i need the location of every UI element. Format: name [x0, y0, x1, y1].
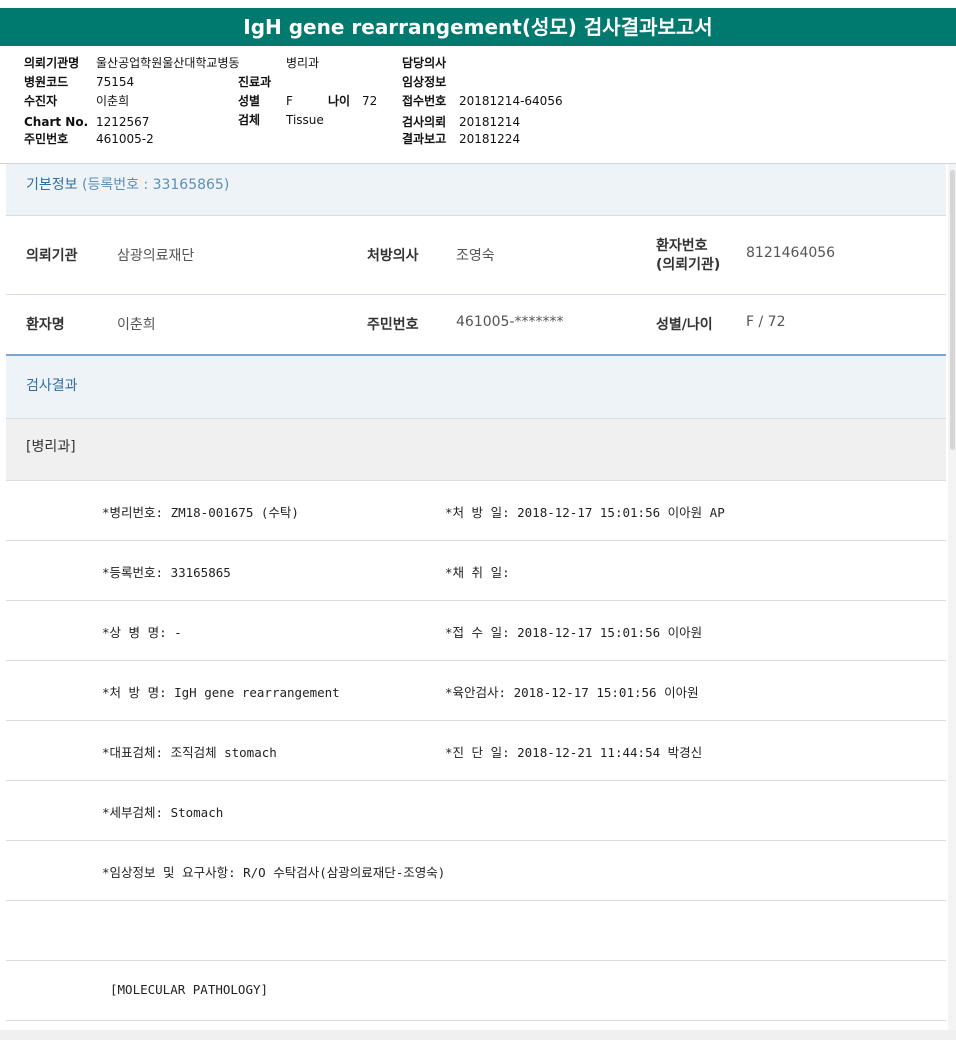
specimen-value: Tissue [286, 113, 324, 127]
name-value: 이춘희 [117, 317, 156, 333]
result-cell-left: *세부검체: Stomach [102, 805, 224, 820]
age-value: 72 [362, 94, 378, 108]
table-row: [MOLECULAR PATHOLOGY] [6, 961, 946, 1021]
result-cell-right: *접 수 일: 2018-12-17 15:01:56 이아원 [445, 625, 703, 640]
patno-sublabel: (의뢰기관) [656, 257, 721, 273]
table-row: *등록번호: 33165865 *채 취 일: [6, 541, 946, 601]
result-cell-right: *육안검사: 2018-12-17 15:01:56 이아원 [445, 685, 699, 700]
table-row: *처 방 명: IgH gene rearrangement *육안검사: 20… [6, 661, 946, 721]
table-row: *임상정보 및 요구사항: R/O 수탁검사(삼광의료재단-조영숙) [6, 841, 946, 901]
result-cell-left: *처 방 명: IgH gene rearrangement [102, 685, 340, 700]
patient-label: 수진자 [24, 94, 58, 108]
result-cell-right: *진 단 일: 2018-12-21 11:44:54 박경신 [445, 745, 703, 760]
result-cell-right: *처 방 일: 2018-12-17 15:01:56 이아원 AP [445, 505, 725, 520]
name-label: 환자명 [26, 317, 65, 333]
basic-info-title: 기본정보 [26, 177, 78, 193]
report-label: 결과보고 [402, 132, 447, 146]
hosp-code-label: 병원코드 [24, 75, 69, 89]
id-label: 주민번호 [24, 132, 69, 146]
presc-value: 조영숙 [456, 248, 495, 264]
results-table: *병리번호: ZM18-001675 (수탁) *처 방 일: 2018-12-… [6, 481, 946, 1021]
rrn-value: 461005-******* [456, 314, 564, 330]
patient-value: 이춘희 [96, 94, 130, 108]
presc-label: 처방의사 [367, 248, 419, 264]
dept-label: 진료과 [238, 75, 272, 89]
clinical-label: 임상정보 [402, 75, 447, 89]
result-cell-left: *임상정보 및 요구사항: R/O 수탁검사(삼광의료재단-조영숙) [102, 865, 446, 880]
table-row [6, 901, 946, 961]
result-cell-left: *대표검체: 조직검체 stomach [102, 745, 277, 760]
result-cell-left: [MOLECULAR PATHOLOGY] [110, 982, 269, 997]
inst-value: 삼광의료재단 [117, 248, 195, 264]
results-title: 검사결과 [26, 378, 78, 394]
result-cell-left: *상 병 명: - [102, 625, 182, 640]
sexage-label: 성별/나이 [656, 317, 713, 333]
receipt-label: 접수번호 [402, 94, 447, 108]
patno-value: 8121464056 [746, 245, 836, 261]
report-value: 20181224 [459, 132, 521, 146]
patno-label: 환자번호 [656, 238, 708, 254]
specimen-label: 검체 [238, 113, 261, 127]
sex-label: 성별 [238, 94, 261, 108]
req-inst-label: 의뢰기관명 [24, 56, 80, 70]
receipt-value: 20181214-64056 [459, 94, 563, 108]
basic-info-row-1: 의뢰기관 삼광의료재단 처방의사 조영숙 환자번호 (의뢰기관) 8121464… [6, 216, 946, 295]
age-label: 나이 [328, 94, 351, 108]
basic-info-heading: 기본정보 (등록번호 : 33165865) [6, 164, 946, 216]
chart-value: 1212567 [96, 115, 150, 129]
hosp-code-value: 75154 [96, 75, 135, 89]
department-label: [병리과] [6, 419, 946, 481]
table-row: *세부검체: Stomach [6, 781, 946, 841]
report-content: 기본정보 (등록번호 : 33165865) 의뢰기관 삼광의료재단 처방의사 … [6, 164, 946, 1021]
results-heading: 검사결과 [6, 356, 946, 419]
sex-value: F [286, 94, 293, 108]
chart-label: Chart No. [24, 115, 89, 129]
id-value: 461005-2 [96, 132, 154, 146]
scrollbar-thumb[interactable] [950, 170, 955, 450]
report-title: IgH gene rearrangement(성모) 검사결과보고서 [0, 8, 956, 46]
basic-info-row-2: 환자명 이춘희 주민번호 461005-******* 성별/나이 F / 72 [6, 295, 946, 356]
inst-label: 의뢰기관 [26, 248, 78, 264]
result-cell-left: *등록번호: 33165865 [102, 565, 231, 580]
table-row: *병리번호: ZM18-001675 (수탁) *처 방 일: 2018-12-… [6, 481, 946, 541]
report-header: 의뢰기관명 울산공업학원울산대학교병동 병리과 담당의사 병원코드 75154 … [0, 46, 956, 164]
result-cell-left: *병리번호: ZM18-001675 (수탁) [102, 505, 299, 520]
table-row: *대표검체: 조직검체 stomach *진 단 일: 2018-12-21 1… [6, 721, 946, 781]
table-row: *상 병 명: - *접 수 일: 2018-12-17 15:01:56 이아… [6, 601, 946, 661]
req-inst-value: 울산공업학원울산대학교병동 [96, 56, 240, 70]
registration-note: (등록번호 : 33165865) [81, 177, 230, 193]
rrn-label: 주민번호 [367, 317, 419, 333]
result-cell-right: *채 취 일: [445, 565, 510, 580]
ward-value: 병리과 [286, 56, 320, 70]
doctor-label: 담당의사 [402, 56, 447, 70]
sexage-value: F / 72 [746, 314, 786, 330]
bottom-bar [0, 1030, 956, 1040]
test-req-value: 20181214 [459, 115, 521, 129]
test-req-label: 검사의뢰 [402, 115, 447, 129]
